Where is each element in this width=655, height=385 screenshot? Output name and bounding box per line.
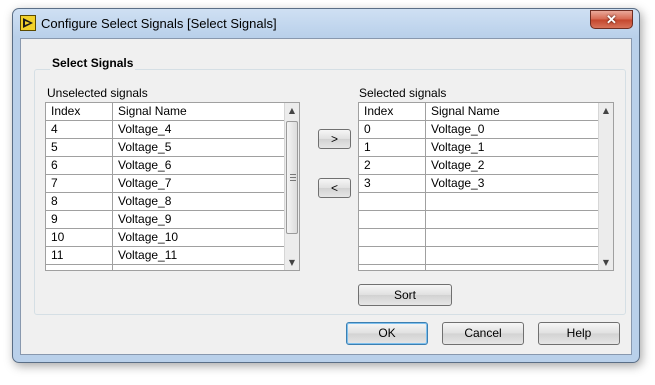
row-index: 1 (364, 140, 371, 154)
row-signal-name: Voltage_6 (118, 158, 172, 172)
table-row-empty[interactable] (359, 193, 600, 211)
row-index: 11 (51, 248, 64, 262)
row-signal-name: Voltage_5 (118, 140, 172, 154)
table-header-row: Index Signal Name (46, 103, 286, 121)
row-signal-name: Voltage_10 (118, 230, 179, 244)
table-row-empty[interactable] (359, 211, 600, 229)
scroll-up-arrow-icon[interactable]: ▲ (599, 103, 613, 118)
row-signal-name: Voltage_4 (118, 122, 172, 136)
row-signal-name (426, 211, 600, 228)
row-index (359, 193, 425, 210)
unselected-signals-label: Unselected signals (47, 86, 148, 100)
table-row[interactable]: 11 Voltage_11 (46, 247, 286, 265)
grip-line (290, 174, 296, 175)
group-title: Select Signals (50, 56, 136, 70)
selected-signals-label: Selected signals (359, 86, 447, 100)
column-divider (112, 103, 113, 270)
row-signal-name (426, 247, 600, 264)
labview-app-icon (20, 15, 36, 31)
table-row[interactable]: 3 Voltage_3 (359, 175, 600, 193)
table-row[interactable]: 10 Voltage_10 (46, 229, 286, 247)
row-signal-name: Voltage_9 (118, 212, 172, 226)
window-title: Configure Select Signals [Select Signals… (41, 16, 277, 31)
ok-button[interactable]: OK (346, 322, 428, 345)
row-signal-name (426, 229, 600, 246)
table-row[interactable]: 1 Voltage_1 (359, 139, 600, 157)
scroll-up-arrow-icon[interactable]: ▲ (285, 103, 299, 118)
row-index: 4 (51, 122, 58, 136)
row-index: 10 (51, 230, 65, 244)
unselected-signals-table[interactable]: Index Signal Name 4 Voltage_4 5 Voltage_… (45, 102, 300, 271)
row-signal-name (426, 193, 600, 210)
row-index: 7 (51, 176, 58, 190)
scroll-down-arrow-icon[interactable]: ▼ (285, 255, 299, 270)
row-signal-name: Voltage_8 (118, 194, 172, 208)
column-header-signal-name[interactable]: Signal Name (426, 103, 600, 120)
row-index (359, 229, 425, 246)
row-signal-name: Voltage_7 (118, 176, 172, 190)
table-row[interactable]: 8 Voltage_8 (46, 193, 286, 211)
table-row-empty[interactable] (359, 247, 600, 265)
row-signal-name: Voltage_11 (118, 248, 178, 262)
row-index: 3 (364, 176, 371, 190)
table-row[interactable]: 4 Voltage_4 (46, 121, 286, 139)
row-signal-name: Voltage_3 (431, 176, 485, 190)
table-row[interactable]: 2 Voltage_2 (359, 157, 600, 175)
column-header-index[interactable]: Index (359, 103, 425, 120)
title-bar[interactable]: Configure Select Signals [Select Signals… (13, 9, 639, 39)
table-row[interactable]: 6 Voltage_6 (46, 157, 286, 175)
grip-line (290, 177, 296, 178)
dialog-window: Configure Select Signals [Select Signals… (12, 8, 640, 363)
table-header-row: Index Signal Name (359, 103, 600, 121)
column-divider (425, 103, 426, 270)
add-signal-button[interactable]: > (318, 129, 351, 149)
close-button[interactable]: ✕ (590, 10, 633, 29)
column-header-signal-name[interactable]: Signal Name (113, 103, 286, 120)
selected-scrollbar[interactable]: ▲ ▼ (598, 103, 613, 270)
help-button[interactable]: Help (538, 322, 620, 345)
row-index: 0 (364, 122, 371, 136)
row-index (359, 211, 425, 228)
row-index: 6 (51, 158, 58, 172)
table-row-empty[interactable] (359, 229, 600, 247)
table-row[interactable]: 9 Voltage_9 (46, 211, 286, 229)
scroll-thumb[interactable] (286, 121, 298, 234)
column-header-index[interactable]: Index (46, 103, 112, 120)
selected-signals-table[interactable]: Index Signal Name 0 Voltage_0 1 Voltage_… (358, 102, 614, 271)
row-signal-name: Voltage_1 (431, 140, 485, 154)
row-index: 2 (364, 158, 371, 172)
remove-signal-button[interactable]: < (318, 178, 351, 198)
row-signal-name: Voltage_2 (431, 158, 485, 172)
close-icon: ✕ (606, 12, 617, 27)
scroll-down-arrow-icon[interactable]: ▼ (599, 255, 613, 270)
table-row[interactable]: 5 Voltage_5 (46, 139, 286, 157)
row-index: 5 (51, 140, 58, 154)
cancel-button[interactable]: Cancel (442, 322, 524, 345)
unselected-scrollbar[interactable]: ▲ ▼ (284, 103, 299, 270)
table-row[interactable]: 7 Voltage_7 (46, 175, 286, 193)
dialog-client-area: Select Signals Unselected signals Index … (20, 38, 632, 355)
row-index (359, 247, 425, 264)
row-signal-name: Voltage_0 (431, 122, 485, 136)
row-index: 9 (51, 212, 58, 226)
grip-line (290, 180, 296, 181)
table-row[interactable]: 0 Voltage_0 (359, 121, 600, 139)
row-index: 8 (51, 194, 58, 208)
sort-button[interactable]: Sort (358, 284, 452, 306)
